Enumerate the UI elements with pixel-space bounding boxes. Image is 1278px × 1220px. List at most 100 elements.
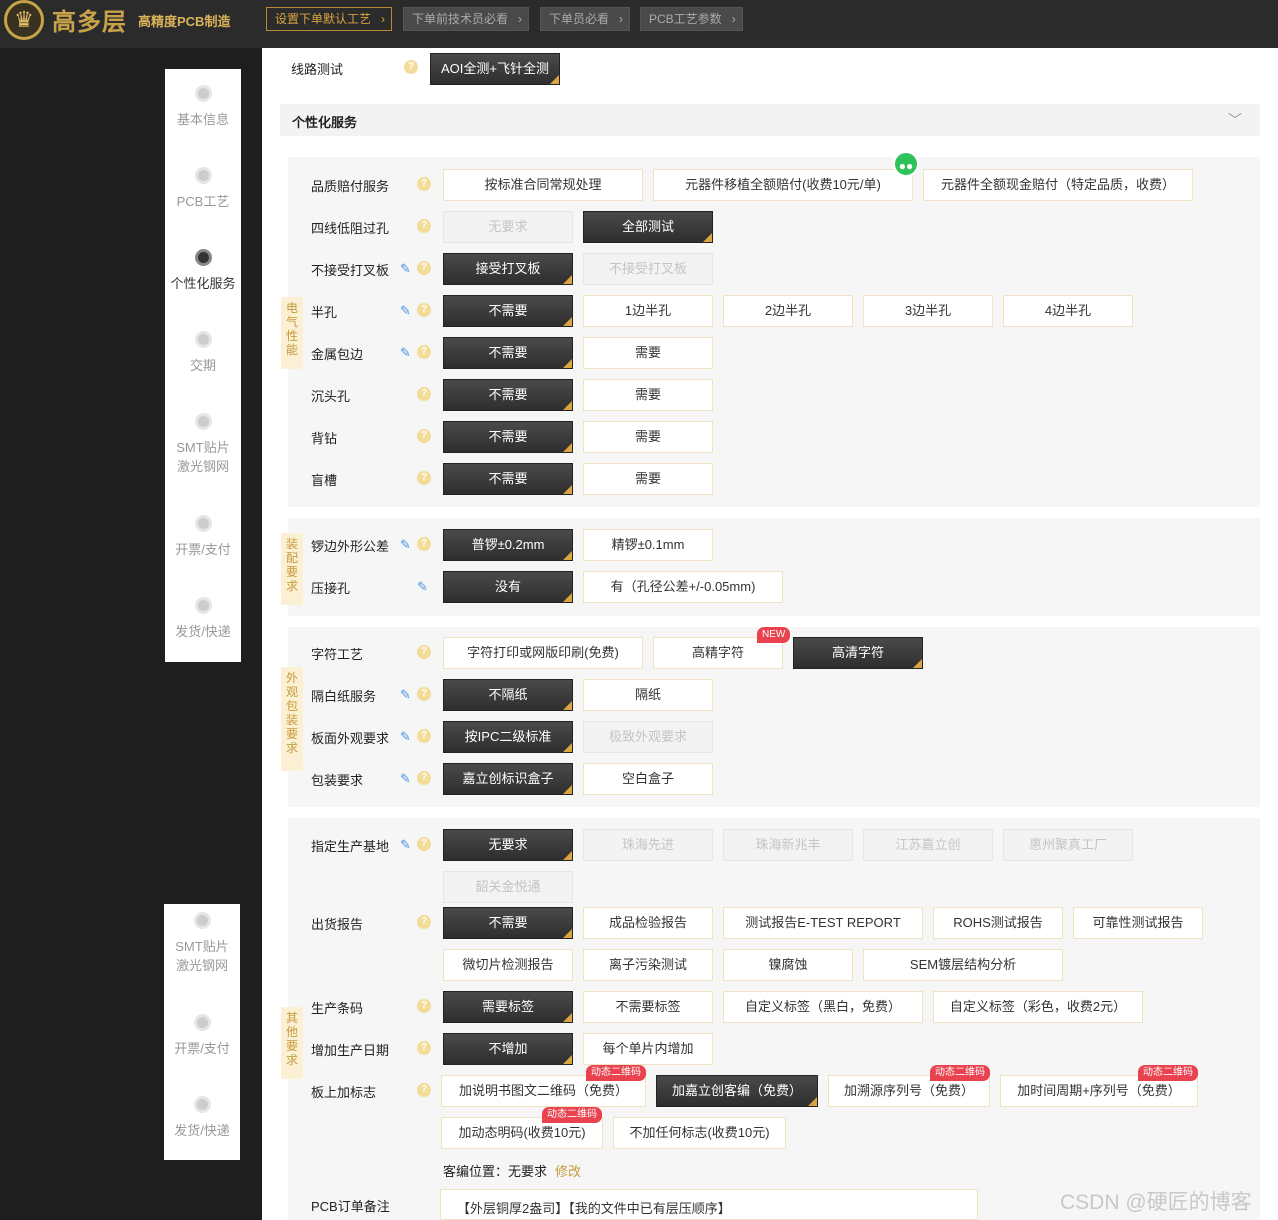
option-button[interactable]: 全部测试 (583, 211, 713, 243)
remark-input[interactable]: 【外层铜厚2盎司】【我的文件中已有层压顺序】 (440, 1189, 978, 1220)
option-button[interactable]: 可靠性测试报告 (1073, 907, 1203, 939)
option-button[interactable]: 每个单片内增加 (583, 1033, 713, 1065)
option-button[interactable]: 镍腐蚀 (723, 949, 853, 981)
help-icon[interactable]: ? (417, 687, 431, 701)
option-button[interactable]: 江苏嘉立创 (863, 829, 993, 861)
option-button[interactable]: 按IPC二级标准 (443, 721, 573, 753)
option-button[interactable]: 需要 (583, 379, 713, 411)
pencil-icon[interactable]: ✎ (400, 538, 414, 552)
pencil-icon[interactable]: ✎ (400, 262, 414, 276)
option-button[interactable]: 接受打叉板 (443, 253, 573, 285)
option-button[interactable]: 不需要 (443, 337, 573, 369)
help-icon[interactable]: ? (417, 1083, 431, 1097)
step-smt[interactable]: SMT贴片 激光钢网 (165, 413, 241, 475)
step-shipping[interactable]: 发货/快递 (165, 597, 241, 640)
nav-default-process[interactable]: 设置下单默认工艺 › (266, 7, 393, 31)
wechat-icon[interactable]: ●● (893, 151, 919, 177)
option-button[interactable]: 嘉立创标识盒子 (443, 763, 573, 795)
step-invoice[interactable]: 开票/支付 (164, 1014, 240, 1057)
help-icon[interactable]: ? (417, 645, 431, 659)
option-button[interactable]: AOI全测+飞针全测 (430, 53, 560, 85)
option-button[interactable]: 4边半孔 (1003, 295, 1133, 327)
help-icon[interactable]: ? (417, 261, 431, 275)
step-invoice[interactable]: 开票/支付 (165, 515, 241, 558)
option-button[interactable]: 元器件全额现金赔付（特定品质，收费） (923, 169, 1193, 201)
step-pcb-process[interactable]: PCB工艺 (165, 167, 241, 210)
help-icon[interactable]: ? (417, 471, 431, 485)
option-button[interactable]: 字符打印或网版印刷(免费) (443, 637, 643, 669)
option-button[interactable]: 元器件移植全额赔付(收费10元/单) (653, 169, 913, 201)
option-button[interactable]: SEM镀层结构分析 (863, 949, 1063, 981)
option-button[interactable]: 需要 (583, 337, 713, 369)
option-button[interactable]: 需要 (583, 463, 713, 495)
option-button[interactable]: 不加任何标志(收费10元) (613, 1117, 786, 1149)
step-smt[interactable]: SMT贴片 激光钢网 (164, 912, 240, 974)
option-button[interactable]: 3边半孔 (863, 295, 993, 327)
option-button[interactable]: 自定义标签（黑白，免费） (723, 991, 923, 1023)
option-button[interactable]: 需要标签 (443, 991, 573, 1023)
option-button[interactable]: 不隔纸 (443, 679, 573, 711)
option-button[interactable]: 加嘉立创客编（免费） (656, 1075, 818, 1107)
help-icon[interactable]: ? (417, 387, 431, 401)
option-button[interactable]: 珠海新兆丰 (723, 829, 853, 861)
pencil-icon[interactable]: ✎ (400, 730, 414, 744)
step-basic-info[interactable]: 基本信息 (165, 85, 241, 128)
help-icon[interactable]: ? (417, 177, 431, 191)
option-button[interactable]: 珠海先进 (583, 829, 713, 861)
help-icon[interactable]: ? (417, 771, 431, 785)
option-button[interactable]: 成品检验报告 (583, 907, 713, 939)
option-button[interactable]: 2边半孔 (723, 295, 853, 327)
option-button[interactable]: ROHS测试报告 (933, 907, 1063, 939)
option-button[interactable]: 微切片检测报告 (443, 949, 573, 981)
option-button[interactable]: 隔纸 (583, 679, 713, 711)
nav-tech-must-read[interactable]: 下单前技术员必看 › (403, 7, 530, 31)
modify-link[interactable]: 修改 (555, 1164, 581, 1179)
help-icon[interactable]: ? (417, 999, 431, 1013)
pencil-icon[interactable]: ✎ (400, 772, 414, 786)
option-button[interactable]: 有（孔径公差+/-0.05mm) (583, 571, 783, 603)
option-button[interactable]: 普锣±0.2mm (443, 529, 573, 561)
nav-pcb-params[interactable]: PCB工艺参数 › (640, 7, 743, 31)
option-button[interactable]: 高清字符 (793, 637, 923, 669)
option-button[interactable]: 1边半孔 (583, 295, 713, 327)
help-icon[interactable]: ? (417, 837, 431, 851)
option-button[interactable]: 不需要 (443, 421, 573, 453)
step-personal-service[interactable]: 个性化服务 (165, 249, 241, 292)
option-button[interactable]: 不需要 (443, 295, 573, 327)
pencil-icon[interactable]: ✎ (417, 580, 431, 594)
help-icon[interactable]: ? (417, 915, 431, 929)
help-icon[interactable]: ? (404, 60, 418, 74)
option-button[interactable]: 离子污染测试 (583, 949, 713, 981)
help-icon[interactable]: ? (417, 729, 431, 743)
pencil-icon[interactable]: ✎ (400, 346, 414, 360)
option-button[interactable]: 极致外观要求 (583, 721, 713, 753)
step-shipping[interactable]: 发货/快递 (164, 1096, 240, 1139)
option-button[interactable]: 需要 (583, 421, 713, 453)
option-button[interactable]: 无要求 (443, 211, 573, 243)
help-icon[interactable]: ? (417, 219, 431, 233)
option-button[interactable]: 不接受打叉板 (583, 253, 713, 285)
pencil-icon[interactable]: ✎ (400, 838, 414, 852)
option-button[interactable]: 空白盒子 (583, 763, 713, 795)
pencil-icon[interactable]: ✎ (400, 304, 414, 318)
help-icon[interactable]: ? (417, 1041, 431, 1055)
step-delivery[interactable]: 交期 (165, 331, 241, 374)
help-icon[interactable]: ? (417, 429, 431, 443)
help-icon[interactable]: ? (417, 303, 431, 317)
option-button[interactable]: 不需要 (443, 463, 573, 495)
help-icon[interactable]: ? (417, 345, 431, 359)
nav-order-must-read[interactable]: 下单员必看 › (540, 7, 631, 31)
option-button[interactable]: 按标准合同常规处理 (443, 169, 643, 201)
option-button[interactable]: 测试报告E-TEST REPORT (723, 907, 923, 939)
help-icon[interactable]: ? (417, 537, 431, 551)
option-button[interactable]: 不需要 (443, 907, 573, 939)
option-button[interactable]: 精锣±0.1mm (583, 529, 713, 561)
option-button[interactable]: 无要求 (443, 829, 573, 861)
option-button[interactable]: 不需要 (443, 379, 573, 411)
option-button[interactable]: 韶关金悦通 (443, 871, 573, 903)
option-button[interactable]: 自定义标签（彩色，收费2元） (933, 991, 1143, 1023)
pencil-icon[interactable]: ✎ (400, 688, 414, 702)
option-button[interactable]: 没有 (443, 571, 573, 603)
option-button[interactable]: 不增加 (443, 1033, 573, 1065)
option-button[interactable]: 惠州聚真工厂 (1003, 829, 1133, 861)
